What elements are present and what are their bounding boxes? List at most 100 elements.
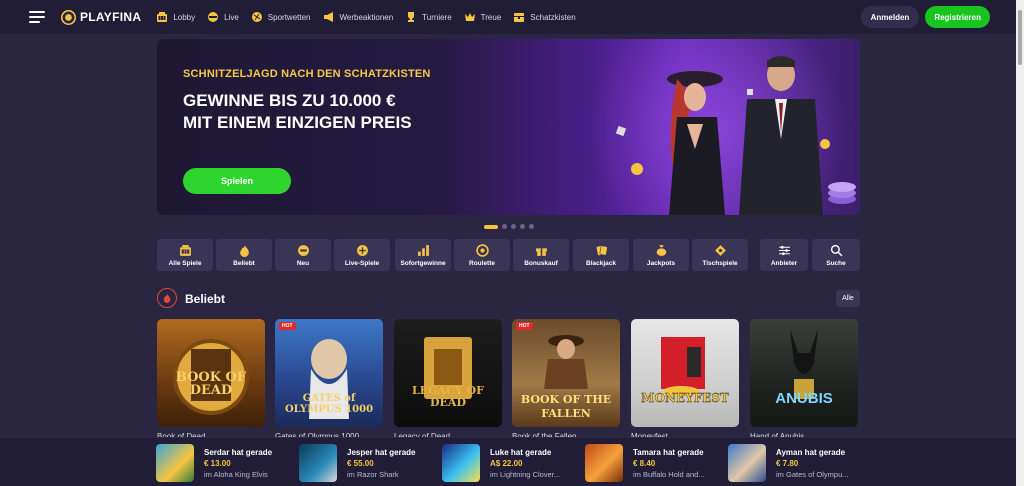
- category-search[interactable]: Suche: [812, 239, 860, 271]
- game-art-title: MONEYFEST: [641, 391, 729, 405]
- winner-name: Tamara hat gerade: [633, 447, 704, 457]
- nav-label: Werbeaktionen: [339, 12, 394, 22]
- game-thumbnail: [299, 444, 337, 482]
- game-tile[interactable]: HOT BOOK OF THE FALLEN: [512, 319, 620, 427]
- category-label: Neu: [296, 259, 310, 267]
- winner-ticker: Serdar hat gerade € 13.00 im Aloha King …: [0, 437, 1016, 486]
- slot-machine-icon: [179, 244, 192, 257]
- live-icon: [356, 244, 369, 257]
- crown-icon: [464, 11, 476, 23]
- winner-amount: € 55.00: [347, 458, 374, 468]
- category-table-games[interactable]: Tischspiele: [692, 239, 748, 271]
- login-button[interactable]: Anmelden: [860, 6, 920, 28]
- brand-name: PLAYFINA: [80, 10, 142, 24]
- winner-game: im Razor Shark: [347, 469, 399, 479]
- category-providers[interactable]: Anbieter: [760, 239, 808, 271]
- winner-game: im Aloha King Elvis: [204, 469, 268, 479]
- menu-icon[interactable]: [29, 11, 45, 23]
- page-scrollbar[interactable]: [1016, 0, 1024, 486]
- brand-logo[interactable]: PLAYFINA: [61, 9, 142, 25]
- scrollbar-thumb[interactable]: [1018, 10, 1022, 65]
- nav-label: Treue: [480, 12, 502, 22]
- game-thumbnail: [442, 444, 480, 482]
- hero-title-line: GEWINNE BIS ZU 10.000 €: [183, 91, 396, 110]
- carousel-dot[interactable]: [529, 224, 534, 229]
- winner-item[interactable]: Tamara hat gerade € 8.40 im Buffalo Hold…: [585, 444, 705, 482]
- winner-item[interactable]: Ayman hat gerade € 7.80 im Gates of Olym…: [728, 444, 849, 482]
- hero-banner[interactable]: SCHNITZELJAGD NACH DEN SCHATZKISTEN GEWI…: [157, 39, 860, 215]
- game-tile[interactable]: MONEYFEST: [631, 319, 739, 427]
- game-art-title: ANUBIS: [775, 390, 833, 407]
- hero-title: GEWINNE BIS ZU 10.000 € MIT EINEM EINZIG…: [183, 90, 412, 134]
- category-instant-wins[interactable]: Sofortgewinne: [395, 239, 451, 271]
- carousel-dot[interactable]: [511, 224, 516, 229]
- nav-item-schatzkisten[interactable]: Schatzkisten: [513, 11, 576, 23]
- nav-item-lobby[interactable]: Lobby: [156, 11, 195, 23]
- game-thumbnail: [156, 444, 194, 482]
- category-blackjack[interactable]: Blackjack: [573, 239, 629, 271]
- category-jackpots[interactable]: Jackpots: [633, 239, 689, 271]
- top-navigation-bar: PLAYFINA Lobby Live Sportwetten Werbeakt…: [0, 0, 1016, 34]
- category-label: Jackpots: [646, 259, 676, 267]
- category-popular[interactable]: Beliebt: [216, 239, 272, 271]
- nav-label: Turniere: [422, 12, 452, 22]
- winner-game: im Lightning Clover...: [490, 469, 561, 479]
- category-new[interactable]: Neu: [275, 239, 331, 271]
- sliders-icon: [778, 244, 791, 257]
- game-tile[interactable]: ANUBIS: [750, 319, 858, 427]
- auth-buttons: Anmelden Registrieren: [860, 6, 990, 28]
- category-all-games[interactable]: Alle Spiele: [157, 239, 213, 271]
- game-art-title: BOOK OF DEAD: [175, 370, 247, 398]
- ball-icon: [251, 11, 263, 23]
- category-label: Tischspiele: [702, 259, 738, 267]
- nav-item-turniere[interactable]: Turniere: [405, 11, 452, 23]
- category-label: Suche: [826, 259, 846, 267]
- game-tile[interactable]: HOT GATES of OLYMPUS 1000: [275, 319, 383, 427]
- flame-icon: [157, 288, 177, 308]
- chest-icon: [513, 11, 525, 23]
- winner-item[interactable]: Serdar hat gerade € 13.00 im Aloha King …: [156, 444, 272, 482]
- nav-label: Lobby: [173, 12, 196, 22]
- section-title: Beliebt: [185, 292, 226, 306]
- flame-icon: [238, 244, 251, 257]
- category-bonus-buy[interactable]: Bonuskauf: [513, 239, 569, 271]
- category-label: Beliebt: [233, 259, 255, 267]
- hot-badge: HOT: [516, 322, 533, 330]
- category-label: Live-Spiele: [344, 259, 380, 267]
- register-button[interactable]: Registrieren: [925, 6, 990, 28]
- category-live-games[interactable]: Live-Spiele: [334, 239, 390, 271]
- search-icon: [830, 244, 843, 257]
- category-roulette[interactable]: Roulette: [454, 239, 510, 271]
- hero-play-button[interactable]: Spielen: [183, 168, 291, 194]
- category-label: Alle Spiele: [168, 259, 202, 267]
- game-tile[interactable]: LEGACY OF DEAD: [394, 319, 502, 427]
- hot-badge: HOT: [279, 322, 296, 330]
- carousel-dot[interactable]: [502, 224, 507, 229]
- bar-chart-icon: [417, 244, 430, 257]
- carousel-dot[interactable]: [520, 224, 525, 229]
- winner-amount: € 8.40: [633, 458, 656, 468]
- category-label: Bonuskauf: [524, 259, 558, 267]
- winner-amount: € 7.80: [776, 458, 799, 468]
- winner-game: im Gates of Olympu...: [776, 469, 849, 479]
- hero-title-line: MIT EINEM EINZIGEN PREIS: [183, 113, 412, 132]
- megaphone-icon: [323, 11, 335, 23]
- gift-icon: [535, 244, 548, 257]
- main-nav: Lobby Live Sportwetten Werbeaktionen Tur…: [156, 11, 587, 23]
- nav-label: Live: [224, 12, 239, 22]
- nav-item-live[interactable]: Live: [207, 11, 239, 23]
- winner-item[interactable]: Jesper hat gerade € 55.00 im Razor Shark: [299, 444, 415, 482]
- category-label: Blackjack: [586, 259, 616, 267]
- category-label: Sofortgewinne: [400, 259, 446, 267]
- game-art-title: LEGACY OF DEAD: [412, 384, 484, 409]
- carousel-dots: [484, 224, 534, 229]
- nav-item-treue[interactable]: Treue: [464, 11, 502, 23]
- carousel-dot[interactable]: [484, 224, 498, 229]
- live-icon: [207, 11, 219, 23]
- winner-item[interactable]: Luke hat gerade A$ 22.00 im Lightning Cl…: [442, 444, 560, 482]
- game-tile[interactable]: BOOK OF DEAD: [157, 319, 265, 427]
- nav-item-werbeaktionen[interactable]: Werbeaktionen: [323, 11, 394, 23]
- nav-item-sportwetten[interactable]: Sportwetten: [251, 11, 311, 23]
- game-artwork: [790, 329, 818, 399]
- see-all-button[interactable]: Alle: [836, 290, 860, 307]
